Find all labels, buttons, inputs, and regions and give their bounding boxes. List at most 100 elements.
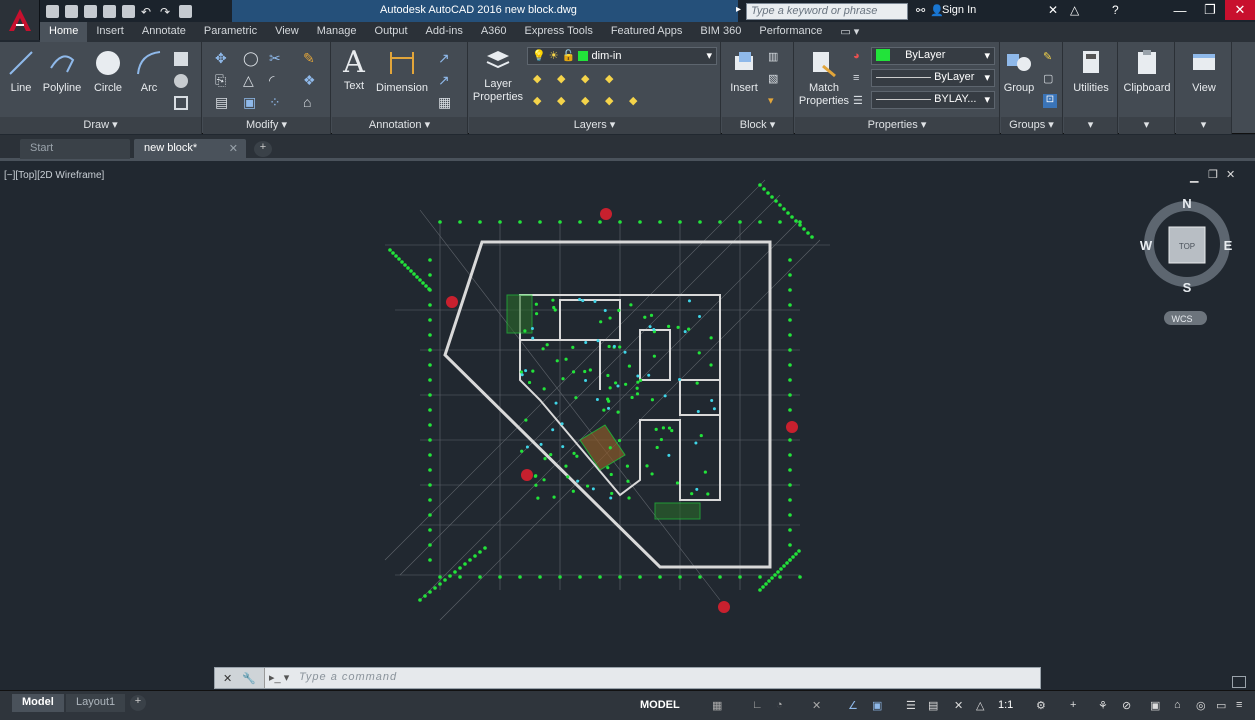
copy-icon[interactable]: ⎘ <box>215 72 229 88</box>
layer-tool-icon[interactable]: ◆ <box>605 72 619 86</box>
fillet-icon[interactable]: ◜ <box>269 72 283 88</box>
group-edit-icon[interactable]: ▢ <box>1043 72 1057 86</box>
color-dropdown[interactable]: ByLayer ▾ <box>871 47 995 65</box>
text-tool[interactable]: A Text <box>338 46 370 93</box>
hatch-icon[interactable] <box>174 74 188 88</box>
workspace-icon[interactable] <box>179 4 192 18</box>
tab-add-ins[interactable]: Add-ins <box>417 22 472 42</box>
add-layout-plus-icon[interactable]: + <box>130 695 146 711</box>
leader-icon[interactable]: ↗ <box>438 50 452 66</box>
rotate-icon[interactable]: ◯ <box>243 50 259 66</box>
linetype-dropdown[interactable]: ByLayer ▾ <box>871 69 995 87</box>
tab-performance[interactable]: Performance <box>750 22 831 42</box>
save-icon[interactable] <box>84 4 97 18</box>
quick-properties-icon[interactable]: ⌂ <box>1174 699 1188 713</box>
tab-new-block[interactable]: new block* ✕ <box>134 139 246 159</box>
circle-tool[interactable]: Circle <box>90 48 126 95</box>
tab-layout1[interactable]: Layout1 <box>66 694 126 712</box>
undo-icon[interactable]: ↶ <box>141 5 154 19</box>
exchange-apps-icon[interactable]: ✕ <box>1048 3 1058 17</box>
layer-tool-icon[interactable]: ◆ <box>605 94 619 108</box>
hardware-acceleration-icon[interactable]: ▣ <box>1150 699 1164 713</box>
close-button[interactable]: ✕ <box>1225 0 1255 20</box>
clipboard-expand-icon[interactable]: ▾ <box>1119 117 1174 134</box>
object-snap-icon[interactable]: ▣ <box>872 699 886 713</box>
block-panel-title[interactable]: Block ▾ <box>722 117 793 134</box>
insert-tool[interactable]: Insert <box>724 48 764 95</box>
polyline-tool[interactable]: Polyline <box>40 48 84 95</box>
ribbon-options-icon[interactable]: ▭ ▾ <box>831 22 868 42</box>
tab-parametric[interactable]: Parametric <box>195 22 266 42</box>
search-binoculars-icon[interactable]: ⚯ <box>916 4 925 17</box>
layers-panel-title[interactable]: Layers ▾ <box>469 117 720 134</box>
tab-output[interactable]: Output <box>366 22 417 42</box>
region-icon[interactable] <box>174 96 188 110</box>
sign-in-button[interactable]: Sign In <box>942 4 976 16</box>
mirror-icon[interactable]: △ <box>243 72 257 88</box>
search-expand-icon[interactable]: ▸ <box>736 4 741 15</box>
ungroup-icon[interactable]: ✎ <box>1043 50 1057 64</box>
a360-icon[interactable]: △ <box>1070 3 1079 17</box>
isodraft-icon[interactable]: ✕ <box>812 699 826 713</box>
lineweight-dropdown[interactable]: BYLAY... ▾ <box>871 91 995 109</box>
tab-model[interactable]: Model <box>12 694 64 712</box>
match-properties-tool[interactable]: Match Properties <box>797 48 851 108</box>
new-file-icon[interactable] <box>46 4 59 18</box>
close-command-line-icon[interactable]: ✕ <box>223 672 232 685</box>
tab-featured-apps[interactable]: Featured Apps <box>602 22 692 42</box>
units-icon[interactable]: ⚘ <box>1098 699 1112 713</box>
trim-icon[interactable]: ✂ <box>269 50 283 66</box>
redo-icon[interactable]: ↷ <box>160 5 173 19</box>
scale-icon[interactable]: ▣ <box>243 94 257 110</box>
layer-tool-icon[interactable]: ◆ <box>557 94 571 108</box>
view-tool[interactable]: View <box>1176 48 1232 95</box>
annotation-panel-title[interactable]: Annotation ▾ <box>332 117 467 134</box>
multileader-icon[interactable]: ↗ <box>438 72 452 88</box>
edit-block-icon[interactable]: ▧ <box>768 72 782 86</box>
model-space-toggle[interactable]: MODEL <box>640 699 680 711</box>
object-snap-tracking-icon[interactable]: ∠ <box>848 699 862 713</box>
lineweight-toggle-icon[interactable]: ☰ <box>906 699 920 713</box>
annotation-monitor-icon[interactable]: + <box>1070 699 1084 713</box>
annotation-scale-value[interactable]: 1:1 <box>998 699 1013 711</box>
viewcube[interactable]: TOP N S E W WCS <box>1140 192 1240 332</box>
tab-express-tools[interactable]: Express Tools <box>516 22 602 42</box>
workspace-gear-icon[interactable]: ⚙ <box>1036 699 1050 713</box>
group-tool[interactable]: Group <box>1001 48 1037 95</box>
tab-home[interactable]: Home <box>40 22 88 42</box>
new-tab-plus-icon[interactable]: + <box>254 141 272 157</box>
print-icon[interactable] <box>122 4 135 18</box>
tab-view[interactable]: View <box>266 22 308 42</box>
groups-panel-title[interactable]: Groups ▾ <box>1001 117 1062 134</box>
customization-menu-icon[interactable]: ≡ <box>1236 699 1250 713</box>
close-tab-icon[interactable]: ✕ <box>229 142 238 155</box>
tab-manage[interactable]: Manage <box>308 22 366 42</box>
fullscreen-icon[interactable]: ▭ <box>1216 699 1230 713</box>
polar-tracking-icon[interactable]: ◔ <box>776 699 790 713</box>
move-icon[interactable]: ✥ <box>215 50 229 66</box>
tab-annotate[interactable]: Annotate <box>133 22 195 42</box>
layer-dropdown[interactable]: 💡 ☀ 🔓 dim-in ▾ <box>527 47 717 65</box>
group-selection-icon[interactable]: ⊡ <box>1043 94 1057 108</box>
layer-tool-icon[interactable]: ◆ <box>629 94 643 108</box>
array-icon[interactable]: ⁘ <box>269 94 283 110</box>
properties-panel-title[interactable]: Properties ▾ <box>795 117 999 134</box>
search-input[interactable]: Type a keyword or phrase <box>746 3 908 20</box>
line-tool[interactable]: Line <box>6 48 36 95</box>
clean-screen-icon[interactable]: ◎ <box>1196 699 1210 713</box>
offset-icon[interactable]: ⌂ <box>303 94 317 110</box>
table-icon[interactable]: ▦ <box>438 94 452 110</box>
create-block-icon[interactable]: ▥ <box>768 50 782 64</box>
ortho-icon[interactable]: ∟ <box>752 699 766 713</box>
save-as-icon[interactable] <box>103 4 116 18</box>
explode-icon[interactable]: ❖ <box>303 72 317 88</box>
command-prompt-icon[interactable]: ▸_ ▾ <box>269 671 289 684</box>
annotation-visibility-icon[interactable]: ✕ <box>954 699 968 713</box>
tab-a360[interactable]: A360 <box>472 22 516 42</box>
view-expand-icon[interactable]: ▾ <box>1176 117 1231 134</box>
customize-wrench-icon[interactable]: 🔧 <box>242 672 256 685</box>
grid-display-icon[interactable]: ▦ <box>712 699 726 713</box>
stretch-icon[interactable]: ▤ <box>215 94 229 110</box>
edit-attributes-icon[interactable]: ▾ <box>768 94 782 108</box>
restore-button[interactable]: ❐ <box>1195 0 1225 20</box>
